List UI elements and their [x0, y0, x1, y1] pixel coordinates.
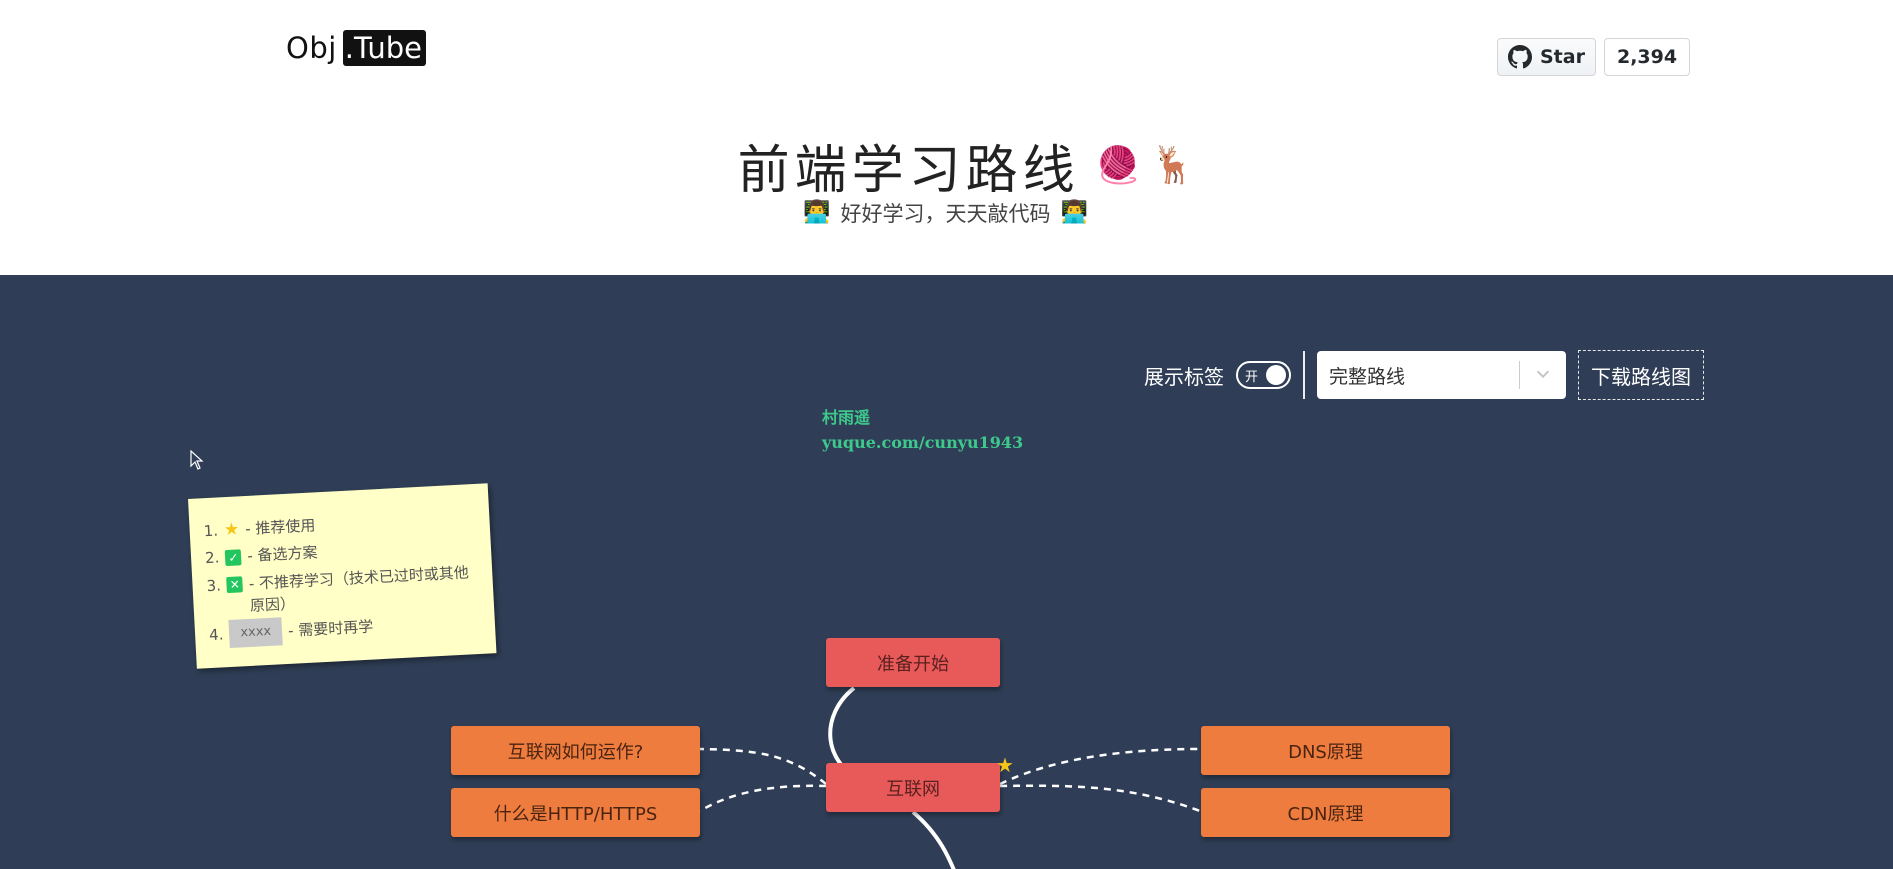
- subtitle-row: 👨‍💻 好好学习，天天敲代码 👨‍💻: [0, 198, 1893, 228]
- download-roadmap-button[interactable]: 下载路线图: [1578, 350, 1704, 400]
- mouse-cursor-icon: [190, 450, 204, 470]
- select-divider: [1519, 361, 1520, 389]
- technologist-icon: 👨‍💻: [803, 200, 831, 225]
- node-cdn[interactable]: CDN原理: [1201, 788, 1450, 837]
- author-watermark: 村雨遥 yuque.com/cunyu1943: [822, 405, 1023, 455]
- node-internet[interactable]: 互联网: [826, 763, 1000, 812]
- connector-internet-next: [911, 810, 956, 869]
- node-how-internet-works[interactable]: 互联网如何运作?: [451, 726, 700, 775]
- node-start[interactable]: 准备开始: [826, 638, 1000, 687]
- github-star-label: Star: [1540, 46, 1585, 68]
- star-icon: ★: [223, 519, 240, 541]
- connector-internet-dns: [999, 747, 1201, 786]
- legend-note: 1. ★ - 推荐使用 2. ✓ - 备选方案 3. ✕ - 不推荐学习（技术已…: [188, 483, 497, 669]
- page-header: Obj .Tube Star 2,394 前端学习路线 🧶 🦌 👨‍💻 好好学习…: [0, 0, 1893, 275]
- node-http-https[interactable]: 什么是HTTP/HTTPS: [451, 788, 700, 837]
- page-subtitle: 好好学习，天天敲代码: [840, 202, 1051, 226]
- roadmap-controls: 展示标签 开 完整路线 下载路线图: [1144, 350, 1704, 400]
- logo-text-obj: Obj: [286, 31, 337, 65]
- deer-icon: 🦌: [1150, 144, 1196, 186]
- x-icon: ✕: [226, 576, 244, 594]
- watermark-name: 村雨遥: [822, 408, 871, 427]
- site-logo[interactable]: Obj .Tube: [286, 30, 426, 66]
- connector-internet-cdn: [999, 784, 1201, 813]
- show-labels-label: 展示标签: [1144, 364, 1224, 389]
- github-icon: [1508, 45, 1532, 69]
- github-star-button[interactable]: Star: [1497, 38, 1596, 76]
- show-labels-toggle[interactable]: 开: [1236, 361, 1291, 389]
- check-icon: ✓: [225, 548, 242, 566]
- node-dns[interactable]: DNS原理: [1201, 726, 1450, 775]
- page-title: 前端学习路线: [737, 141, 1080, 201]
- connector-internet-howworks: [699, 747, 827, 785]
- watermark-url: yuque.com/cunyu1943: [822, 433, 1024, 452]
- placeholder-tag: xxxx: [228, 617, 283, 648]
- title-row: 前端学习路线 🧶 🦌: [0, 128, 1893, 203]
- toggle-knob: [1266, 365, 1286, 385]
- controls-divider: [1303, 351, 1305, 399]
- github-star-count[interactable]: 2,394: [1603, 38, 1691, 76]
- logo-text-tube: .Tube: [342, 30, 426, 66]
- roadmap-canvas: 展示标签 开 完整路线 下载路线图 村雨遥 yuque.com/cunyu194…: [0, 275, 1893, 869]
- recommended-star-icon: ★: [996, 753, 1014, 777]
- toggle-state-text: 开: [1245, 370, 1259, 385]
- github-star-widget: Star 2,394: [1497, 38, 1691, 76]
- chevron-down-icon: [1536, 370, 1550, 378]
- connector-internet-http: [699, 784, 827, 813]
- route-select-value: 完整路线: [1329, 365, 1406, 388]
- technologist-icon: 👨‍💻: [1060, 200, 1088, 225]
- yarn-icon: 🧶: [1095, 144, 1141, 186]
- route-select[interactable]: 完整路线: [1317, 351, 1566, 399]
